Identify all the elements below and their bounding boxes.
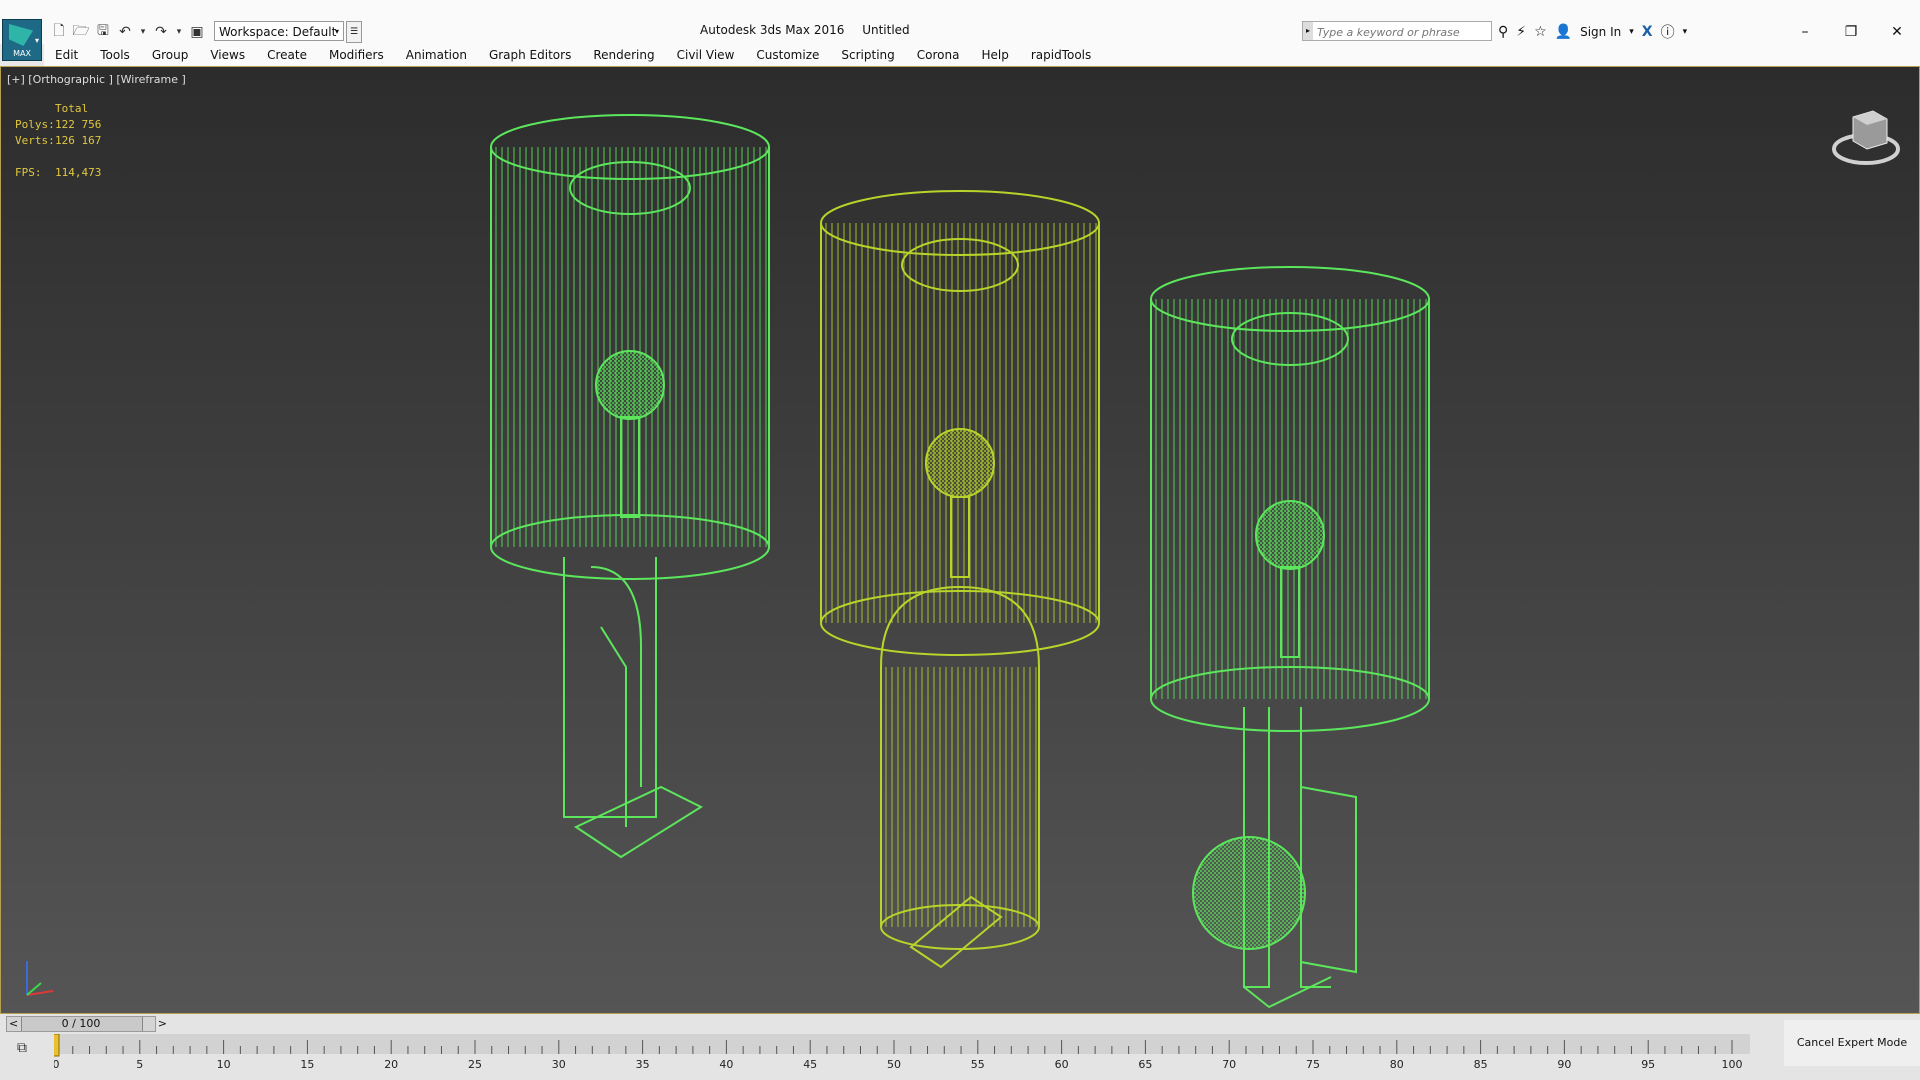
lamp-3-wireframe[interactable] bbox=[1150, 266, 1430, 1009]
user-icon: 👤 bbox=[1554, 24, 1573, 40]
viewport-orthographic[interactable]: [+] [Orthographic ] [Wireframe ] Total P… bbox=[0, 66, 1920, 1014]
workspace-label: Workspace: Default bbox=[219, 25, 337, 39]
quick-access-toolbar: 🗋 🗁 🖫 ↶ ▾ ↷ ▾ ▣ bbox=[50, 22, 206, 42]
ruler-tick-label: 95 bbox=[1641, 1058, 1655, 1071]
3dsmax-logo-icon bbox=[9, 24, 33, 46]
close-button[interactable]: ✕ bbox=[1874, 19, 1920, 45]
ruler-tick-label: 40 bbox=[719, 1058, 733, 1071]
search-input[interactable] bbox=[1315, 22, 1491, 42]
frame-counter: 0 / 100 bbox=[61, 1017, 101, 1030]
window-title: Autodesk 3ds Max 2016 Untitled bbox=[700, 23, 924, 37]
menu-rapidtools[interactable]: rapidTools bbox=[1020, 48, 1102, 62]
time-slider-panel: < 0 / 100 > ⧉ 0 5 10 15 20 25 30 35 40 45 50 55 60 65… bbox=[0, 1014, 1920, 1080]
time-slider-prev[interactable]: < bbox=[9, 1017, 18, 1031]
restore-button[interactable]: ❐ bbox=[1828, 19, 1874, 45]
menu-modifiers[interactable]: Modifiers bbox=[318, 48, 395, 62]
ruler-tick-label: 100 bbox=[1722, 1058, 1743, 1071]
ruler-background bbox=[54, 1034, 1750, 1054]
menu-corona[interactable]: Corona bbox=[906, 48, 971, 62]
save-file-icon[interactable]: 🖫 bbox=[94, 23, 112, 41]
ruler-tick-label: 20 bbox=[384, 1058, 398, 1071]
menu-help[interactable]: Help bbox=[970, 48, 1019, 62]
ruler-tick-label: 90 bbox=[1557, 1058, 1571, 1071]
menu-graph-editors[interactable]: Graph Editors bbox=[478, 48, 582, 62]
chevron-down-icon[interactable]: ▾ bbox=[1629, 27, 1634, 37]
ruler-tick-label: 15 bbox=[300, 1058, 314, 1071]
open-file-icon[interactable]: 🗁 bbox=[72, 23, 90, 41]
menu-civil-view[interactable]: Civil View bbox=[666, 48, 746, 62]
app-logo-label: MAX bbox=[13, 49, 31, 58]
ruler-tick-label: 35 bbox=[636, 1058, 650, 1071]
menu-animation[interactable]: Animation bbox=[395, 48, 478, 62]
ruler-tick-label: 85 bbox=[1474, 1058, 1488, 1071]
qat-customize-button[interactable]: ☰ bbox=[346, 21, 362, 43]
ruler-tick-label: 60 bbox=[1055, 1058, 1069, 1071]
menu-group[interactable]: Group bbox=[141, 48, 200, 62]
lamp-2-wireframe[interactable] bbox=[820, 190, 1100, 969]
wireframe-scene bbox=[490, 114, 1430, 1009]
menu-scripting[interactable]: Scripting bbox=[830, 48, 905, 62]
menu-create[interactable]: Create bbox=[256, 48, 318, 62]
project-folder-icon[interactable]: ▣ bbox=[188, 23, 206, 41]
chevron-down-icon[interactable]: ▾ bbox=[1683, 27, 1688, 37]
workspace-dropdown[interactable]: Workspace: Default ▾ bbox=[214, 21, 344, 41]
signin-link[interactable]: Sign In bbox=[1580, 25, 1621, 39]
mini-curve-editor-icon[interactable]: ⧉ bbox=[10, 1040, 34, 1060]
chevron-down-icon: ▾ bbox=[34, 36, 39, 45]
search-box: ▸ bbox=[1302, 21, 1492, 42]
window-controls: – ❐ ✕ bbox=[1782, 19, 1920, 45]
menu-rendering[interactable]: Rendering bbox=[582, 48, 665, 62]
axis-tripod-icon bbox=[26, 961, 54, 996]
undo-dropdown-icon[interactable]: ▾ bbox=[138, 23, 148, 41]
new-file-icon[interactable]: 🗋 bbox=[50, 23, 68, 41]
ruler-tick-label: 70 bbox=[1222, 1058, 1236, 1071]
ruler-tick-label: 30 bbox=[552, 1058, 566, 1071]
timeline-ruler[interactable]: 0 5 10 15 20 25 30 35 40 45 50 55 60 65 70 75 80 85 90 95 10… bbox=[54, 1034, 1750, 1074]
minimize-button[interactable]: – bbox=[1782, 19, 1828, 45]
search-expand-icon[interactable]: ▸ bbox=[1303, 22, 1313, 40]
ruler-tick-label: 45 bbox=[803, 1058, 817, 1071]
redo-dropdown-icon[interactable]: ▾ bbox=[174, 23, 184, 41]
menu-edit[interactable]: Edit bbox=[44, 48, 89, 62]
redo-icon[interactable]: ↷ bbox=[152, 23, 170, 41]
binoculars-icon[interactable]: ⚲ bbox=[1498, 24, 1508, 40]
menu-bar: Edit Tools Group Views Create Modifiers … bbox=[44, 44, 1920, 66]
title-bar: MAX ▾ 🗋 🗁 🖫 ↶ ▾ ↷ ▾ ▣ Workspace: Default… bbox=[0, 0, 1920, 61]
ruler-tick-label: 0 bbox=[54, 1058, 60, 1071]
subscription-icon[interactable]: ⚡ bbox=[1516, 24, 1526, 40]
cancel-expert-mode-button[interactable]: Cancel Expert Mode bbox=[1784, 1020, 1920, 1066]
ruler-tick-label: 65 bbox=[1138, 1058, 1152, 1071]
ruler-tick-label: 50 bbox=[887, 1058, 901, 1071]
ruler-tick-label: 10 bbox=[217, 1058, 231, 1071]
lamp-1-wireframe[interactable] bbox=[490, 114, 770, 859]
app-title: Autodesk 3ds Max 2016 bbox=[700, 23, 845, 37]
ruler-tick-label: 25 bbox=[468, 1058, 482, 1071]
viewcube-icon[interactable] bbox=[1831, 99, 1901, 169]
info-center-toolbar: ⚲ ⚡ ☆ 👤 Sign In ▾ X ⓘ ▾ bbox=[1498, 21, 1687, 43]
ruler-tick-label: 55 bbox=[971, 1058, 985, 1071]
menu-customize[interactable]: Customize bbox=[745, 48, 830, 62]
exchange-apps-icon[interactable]: X bbox=[1642, 24, 1653, 40]
undo-icon[interactable]: ↶ bbox=[116, 23, 134, 41]
ruler-tick-label: 5 bbox=[136, 1058, 143, 1071]
application-button[interactable]: MAX ▾ bbox=[2, 19, 42, 61]
time-slider[interactable]: < 0 / 100 > bbox=[6, 1016, 167, 1032]
ruler-tick-label: 80 bbox=[1390, 1058, 1404, 1071]
time-slider-next[interactable]: > bbox=[158, 1017, 167, 1031]
chevron-down-icon: ▾ bbox=[334, 27, 339, 36]
current-frame-marker[interactable] bbox=[54, 1034, 60, 1057]
menu-tools[interactable]: Tools bbox=[89, 48, 141, 62]
star-icon[interactable]: ☆ bbox=[1534, 24, 1547, 40]
ruler-tick-label: 75 bbox=[1306, 1058, 1320, 1071]
menu-views[interactable]: Views bbox=[199, 48, 256, 62]
document-title: Untitled bbox=[862, 23, 910, 37]
help-icon[interactable]: ⓘ bbox=[1661, 22, 1675, 42]
